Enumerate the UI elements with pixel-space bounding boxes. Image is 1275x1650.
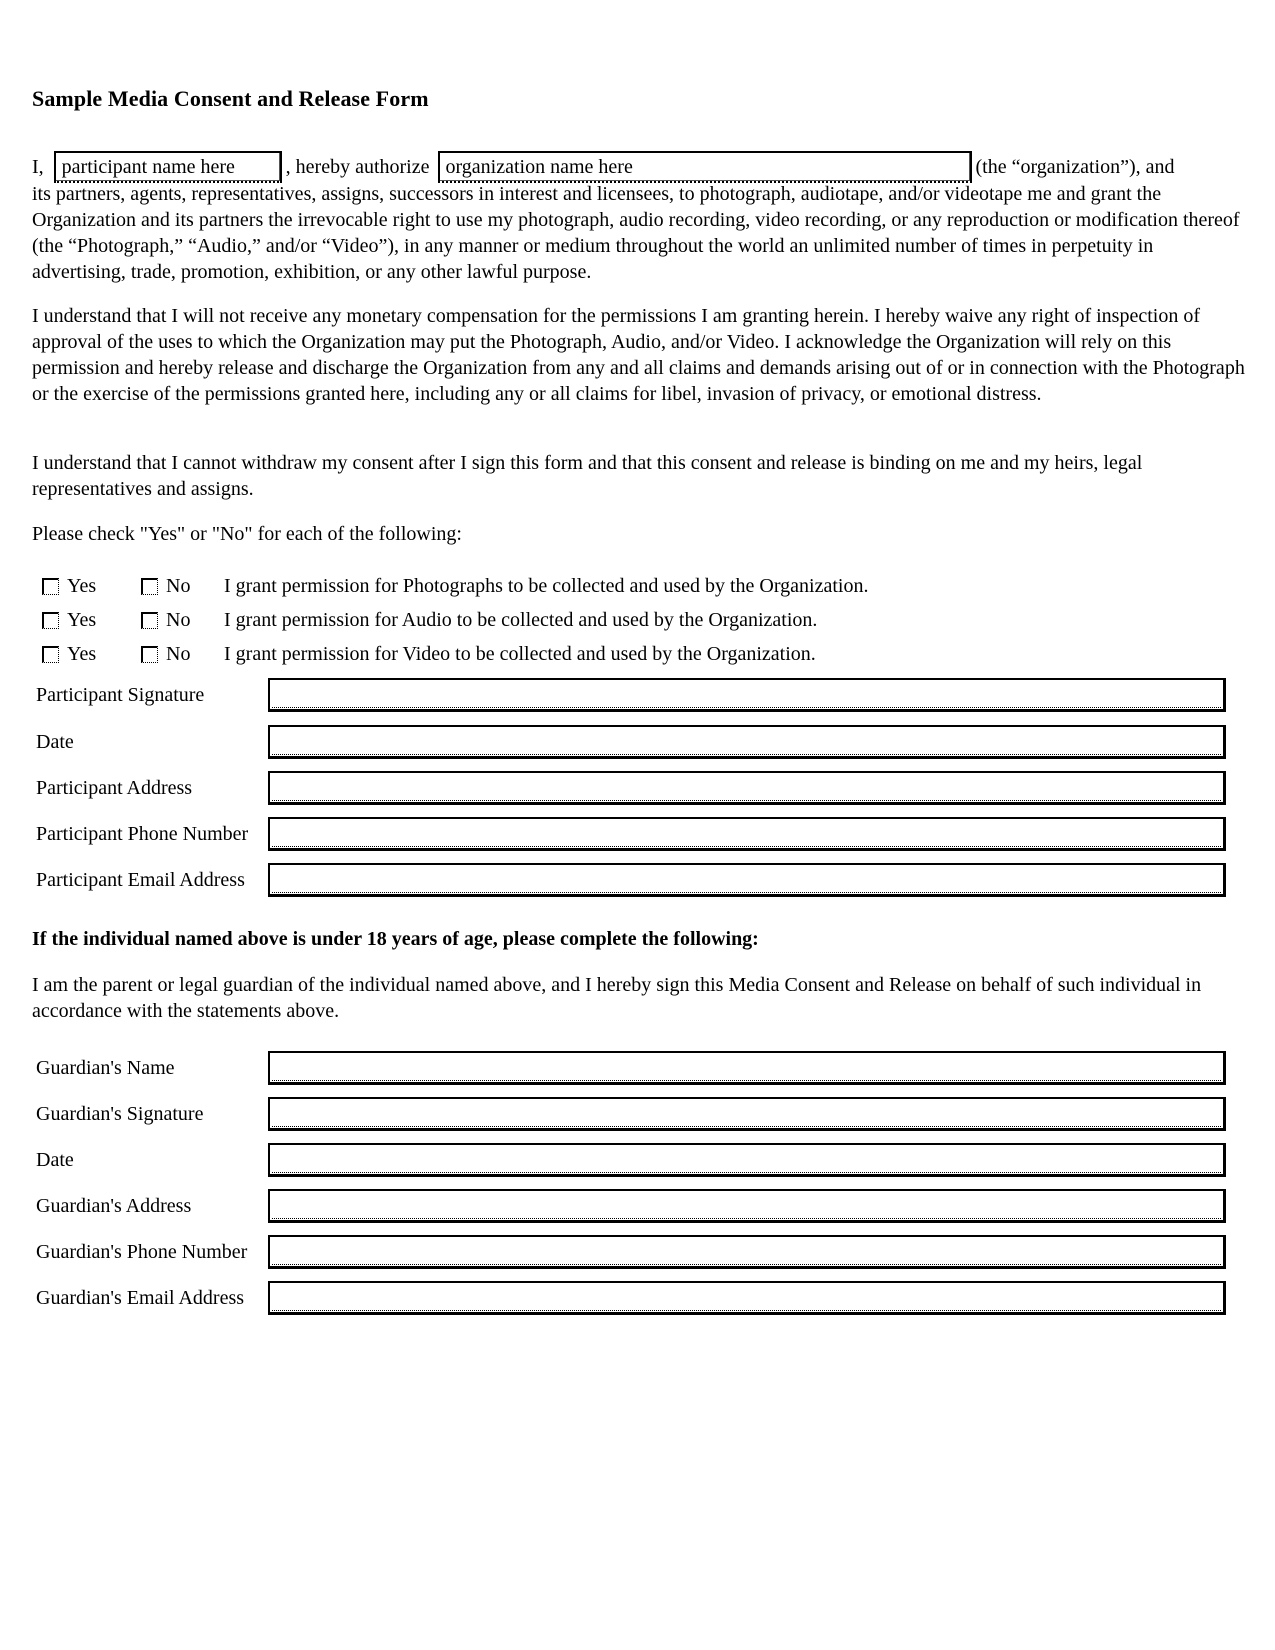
yes-checkbox[interactable] — [42, 645, 59, 663]
guardian-date-field[interactable] — [268, 1143, 1226, 1177]
yes-checkbox[interactable] — [42, 611, 59, 629]
guardian-address-field[interactable] — [268, 1189, 1226, 1223]
minor-section-heading: If the individual named above is under 1… — [32, 928, 759, 950]
field-label: Guardian's Signature — [36, 1102, 204, 1125]
field-label: Date — [36, 730, 74, 753]
field-label: Guardian's Phone Number — [36, 1240, 248, 1263]
participant-phone-row: Participant Phone Number — [36, 817, 1236, 851]
participant-date-row: Date — [36, 725, 1236, 759]
participant-name-value: participant name here — [61, 155, 235, 178]
guardian-email-field[interactable] — [268, 1281, 1226, 1315]
intro-suffix: (the “organization”), and — [975, 155, 1175, 178]
participant-email-row: Participant Email Address — [36, 863, 1236, 897]
no-label: No — [166, 608, 191, 631]
field-label: Participant Phone Number — [36, 822, 249, 845]
permission-text: I grant permission for Photographs to be… — [224, 574, 869, 597]
yes-option[interactable]: Yes — [42, 575, 141, 598]
field-label: Date — [36, 1148, 74, 1171]
participant-address-row: Participant Address — [36, 771, 1236, 805]
participant-address-field[interactable] — [268, 771, 1226, 805]
participant-signature-row: Participant Signature — [36, 678, 1236, 712]
yes-option[interactable]: Yes — [42, 643, 141, 666]
guardian-email-row: Guardian's Email Address — [36, 1281, 1236, 1315]
permission-row-photographs: Yes No I grant permission for Photograph… — [42, 572, 868, 600]
compensation-paragraph: I understand that I will not receive any… — [32, 305, 1245, 405]
yes-checkbox[interactable] — [42, 577, 59, 595]
participant-date-field[interactable] — [268, 725, 1226, 759]
grant-paragraph: its partners, agents, representatives, a… — [32, 183, 1240, 283]
no-option[interactable]: No — [141, 609, 224, 632]
no-label: No — [166, 642, 191, 665]
yes-label: Yes — [67, 608, 97, 631]
guardian-name-field[interactable] — [268, 1051, 1226, 1085]
no-option[interactable]: No — [141, 575, 224, 598]
permission-text: I grant permission for Video to be colle… — [224, 642, 816, 665]
yes-option[interactable]: Yes — [42, 609, 141, 632]
participant-email-field[interactable] — [268, 863, 1226, 897]
field-label: Guardian's Name — [36, 1056, 175, 1079]
participant-phone-field[interactable] — [268, 817, 1226, 851]
withdraw-paragraph: I understand that I cannot withdraw my c… — [32, 452, 1143, 500]
document-page: Sample Media Consent and Release Form I,… — [0, 0, 1275, 1650]
field-label: Guardian's Email Address — [36, 1286, 245, 1309]
intro-prefix: I, — [32, 155, 44, 178]
page-title: Sample Media Consent and Release Form — [32, 86, 429, 111]
no-checkbox[interactable] — [141, 577, 158, 595]
guardian-signature-row: Guardian's Signature — [36, 1097, 1236, 1131]
guardian-phone-row: Guardian's Phone Number — [36, 1235, 1236, 1269]
intro-line: I, participant name here , hereby author… — [32, 151, 1175, 183]
guardian-date-row: Date — [36, 1143, 1236, 1177]
organization-name-field[interactable]: organization name here — [437, 151, 972, 183]
check-instruction: Please check "Yes" or "No" for each of t… — [32, 523, 462, 545]
yes-label: Yes — [67, 574, 97, 597]
permission-row-video: Yes No I grant permission for Video to b… — [42, 640, 816, 668]
permission-text: I grant permission for Audio to be colle… — [224, 608, 818, 631]
participant-name-field[interactable]: participant name here — [53, 151, 282, 183]
guardian-signature-field[interactable] — [268, 1097, 1226, 1131]
guardian-address-row: Guardian's Address — [36, 1189, 1236, 1223]
field-label: Guardian's Address — [36, 1194, 192, 1217]
no-option[interactable]: No — [141, 643, 224, 666]
no-checkbox[interactable] — [141, 611, 158, 629]
field-label: Participant Address — [36, 776, 193, 799]
field-label: Participant Signature — [36, 683, 205, 706]
permission-row-audio: Yes No I grant permission for Audio to b… — [42, 606, 817, 634]
no-label: No — [166, 574, 191, 597]
field-label: Participant Email Address — [36, 868, 245, 891]
no-checkbox[interactable] — [141, 645, 158, 663]
organization-name-value: organization name here — [445, 155, 633, 178]
guardian-name-row: Guardian's Name — [36, 1051, 1236, 1085]
yes-label: Yes — [67, 642, 97, 665]
intro-middle: , hereby authorize — [285, 155, 430, 178]
participant-signature-field[interactable] — [268, 678, 1226, 712]
guardian-statement: I am the parent or legal guardian of the… — [32, 974, 1202, 1022]
guardian-phone-field[interactable] — [268, 1235, 1226, 1269]
